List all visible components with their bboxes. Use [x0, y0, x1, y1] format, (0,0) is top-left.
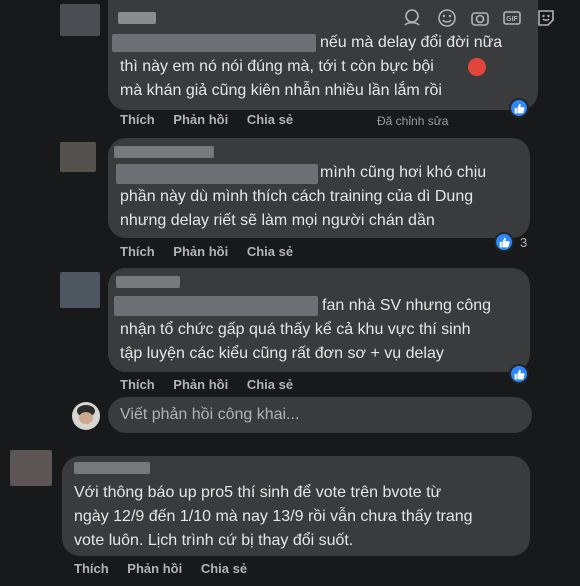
commenter-name-redacted[interactable]: [74, 462, 150, 474]
comment-text: Với thông báo up pro5 thí sinh để vote t…: [74, 484, 473, 549]
commenter-name-redacted[interactable]: [116, 276, 180, 288]
share-button[interactable]: Chia sẻ: [247, 377, 293, 392]
like-button[interactable]: Thích: [120, 112, 155, 127]
share-button[interactable]: Chia sẻ: [247, 112, 293, 127]
reply-button[interactable]: Phản hồi: [127, 561, 182, 576]
comment-actions: Thích Phản hồi Chia sẻ: [120, 377, 308, 392]
like-reaction-icon[interactable]: [494, 232, 514, 252]
share-button[interactable]: Chia sẻ: [247, 244, 293, 259]
angry-emoji: [468, 58, 486, 76]
reply-button[interactable]: Phản hồi: [173, 112, 228, 127]
comment-text: fan nhà SV nhưng công nhận tổ chức gấp q…: [120, 297, 492, 362]
like-button[interactable]: Thích: [120, 377, 155, 392]
like-button[interactable]: Thích: [74, 561, 109, 576]
like-button[interactable]: Thích: [120, 244, 155, 259]
share-button[interactable]: Chia sẻ: [201, 561, 247, 576]
avatar-sticker-icon[interactable]: [402, 8, 422, 28]
reply-input[interactable]: Viết phản hồi công khai...: [120, 406, 299, 424]
avatar[interactable]: [60, 4, 100, 36]
comment-text: mình cũng hơi khó chịu phần này dù mình …: [120, 164, 487, 229]
edited-label[interactable]: Đã chỉnh sửa: [377, 114, 448, 128]
like-reaction-icon[interactable]: [509, 364, 529, 384]
like-reaction-icon[interactable]: [509, 98, 529, 118]
reply-button[interactable]: Phản hồi: [173, 244, 228, 259]
comment-actions: Thích Phản hồi Chia sẻ: [120, 112, 308, 127]
sticker-icon[interactable]: [536, 8, 556, 28]
emoji-icon[interactable]: [437, 8, 457, 28]
avatar[interactable]: [60, 272, 100, 308]
avatar[interactable]: [60, 142, 96, 172]
svg-text:GIF: GIF: [506, 16, 518, 23]
reply-button[interactable]: Phản hồi: [173, 377, 228, 392]
avatar[interactable]: [10, 450, 52, 486]
gif-icon[interactable]: GIF: [502, 8, 522, 28]
camera-icon[interactable]: [470, 8, 490, 28]
comment-actions: Thích Phản hồi Chia sẻ: [120, 244, 308, 259]
commenter-name-redacted[interactable]: [118, 12, 156, 24]
comment-actions: Thích Phản hồi Chia sẻ: [74, 561, 262, 576]
current-user-avatar[interactable]: [72, 402, 100, 430]
reaction-count[interactable]: 3: [520, 235, 527, 250]
commenter-name-redacted[interactable]: [114, 146, 214, 158]
